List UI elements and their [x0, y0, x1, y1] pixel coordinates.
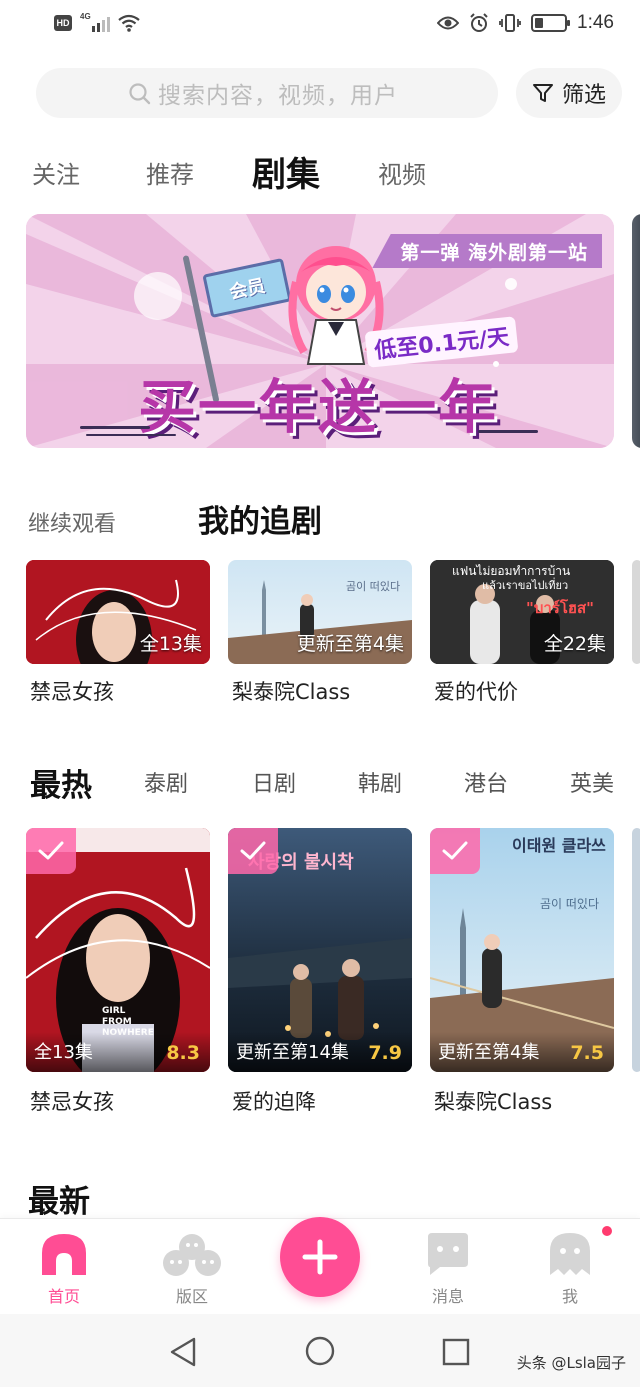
- rating-score: 7.5: [570, 1042, 604, 1064]
- nav-messages-label: 消息: [431, 1287, 464, 1306]
- nav-home-label: 首页: [47, 1287, 80, 1306]
- home-icon: [42, 1234, 86, 1275]
- category-us-uk[interactable]: 英美: [570, 766, 614, 798]
- series-card[interactable]: 全13集: [26, 560, 210, 664]
- svg-text:곰이 떠있다: 곰이 떠있다: [346, 580, 400, 593]
- community-icon: [163, 1234, 221, 1276]
- check-icon: [430, 828, 480, 874]
- hot-card[interactable]: 사랑의 불시착 更新至第14集 7.9: [228, 828, 412, 1072]
- poster-text: แล้วเราขอไปเที่ยว: [482, 579, 569, 592]
- tab-video[interactable]: 视频: [378, 155, 426, 190]
- series-title[interactable]: 禁忌女孩: [30, 676, 114, 706]
- series-title[interactable]: 梨泰院Class: [434, 1086, 552, 1116]
- banner-tag: 第一弹 海外剧第一站: [372, 234, 602, 268]
- search-input[interactable]: 搜索内容，视频，用户: [36, 68, 498, 118]
- battery-icon: [531, 14, 571, 32]
- hot-card[interactable]: GIRL FROM NOWHERE 全13集 8.3: [26, 828, 210, 1072]
- category-japan[interactable]: 日剧: [252, 766, 296, 798]
- clock: 1:46: [577, 12, 614, 33]
- hot-title[interactable]: 最热: [30, 760, 92, 805]
- home-circle-icon[interactable]: [305, 1336, 335, 1366]
- filter-label: 筛选: [561, 83, 606, 108]
- svg-text:곰이 떠있다: 곰이 떠있다: [540, 897, 599, 911]
- series-card[interactable]: แฟนไม่ยอมทำการบ้าน แล้วเราขอไปเที่ยว "บา…: [430, 560, 614, 664]
- series-card[interactable]: 곰이 떠있다 更新至第4集: [228, 560, 412, 664]
- profile-icon: [550, 1233, 590, 1275]
- poster-text: "บาร์โฮส": [526, 599, 594, 617]
- category-korea[interactable]: 韩剧: [358, 766, 402, 798]
- rating-score: 7.9: [368, 1042, 402, 1064]
- plus-icon: [302, 1239, 338, 1275]
- series-title[interactable]: 禁忌女孩: [30, 1086, 114, 1116]
- check-icon: [228, 828, 278, 874]
- filter-button[interactable]: 筛选: [516, 68, 622, 118]
- banner-decor: [478, 430, 538, 433]
- hd-badge: HD: [54, 15, 72, 31]
- tab-recommend[interactable]: 推荐: [146, 155, 194, 190]
- filter-icon: [532, 84, 553, 102]
- episode-count: 更新至第4集: [438, 1042, 540, 1063]
- latest-title[interactable]: 最新: [28, 1176, 90, 1221]
- next-card-peek: [632, 828, 640, 1072]
- eye-icon: [437, 16, 460, 30]
- create-button[interactable]: [280, 1217, 360, 1297]
- episode-badge: 更新至第4集: [296, 633, 404, 655]
- poster-text: 이태원 클라쓰: [512, 836, 606, 855]
- episode-badge: 全22集: [543, 633, 606, 655]
- episode-count: 更新至第14集: [236, 1042, 349, 1063]
- system-nav-bar: [0, 1314, 640, 1387]
- series-title[interactable]: 爱的迫降: [232, 1086, 316, 1116]
- banner-next-peek[interactable]: [632, 214, 640, 448]
- nav-profile[interactable]: 我: [530, 1231, 610, 1307]
- continue-watching-tab[interactable]: 继续观看: [28, 506, 116, 538]
- search-placeholder: 搜索内容，视频，用户: [158, 83, 398, 109]
- tab-series[interactable]: 剧集: [250, 147, 322, 196]
- top-tabs: 关注 推荐 剧集 视频: [0, 145, 640, 201]
- alarm-icon: [470, 13, 488, 32]
- wifi-icon: [118, 14, 140, 32]
- watermark: 头条 @Lsla园子: [516, 1354, 626, 1372]
- notification-dot: [600, 1224, 614, 1238]
- next-card-peek: [632, 560, 640, 664]
- nav-profile-label: 我: [561, 1287, 578, 1306]
- back-icon[interactable]: [168, 1336, 198, 1368]
- series-title[interactable]: 爱的代价: [434, 676, 518, 706]
- nav-community-label: 版区: [175, 1287, 208, 1306]
- nav-messages[interactable]: 消息: [408, 1231, 488, 1307]
- search-icon: [129, 83, 151, 105]
- tab-follow[interactable]: 关注: [32, 155, 80, 190]
- banner-decor: [80, 426, 150, 429]
- category-hk-tw[interactable]: 港台: [464, 766, 508, 798]
- episode-count: 全13集: [34, 1042, 93, 1063]
- promo-banner[interactable]: 会员 第一弹 海外剧第一站 低至0.1元/天 买一年送一年: [26, 214, 614, 448]
- cellular-signal-icon: 4G: [80, 12, 110, 32]
- rating-score: 8.3: [166, 1042, 200, 1064]
- episode-badge: 全13集: [139, 633, 202, 655]
- message-icon: [428, 1233, 468, 1275]
- recents-icon[interactable]: [442, 1338, 470, 1366]
- banner-decor: [86, 434, 176, 436]
- vibrate-icon: [499, 14, 521, 32]
- banner-headline: 买一年送一年: [138, 373, 499, 441]
- nav-community[interactable]: 版区: [152, 1231, 232, 1307]
- nav-home[interactable]: 首页: [24, 1231, 104, 1307]
- hot-section-header: 最热 泰剧 日剧 韩剧 港台 英美: [0, 760, 640, 804]
- my-series-title[interactable]: 我的追剧: [198, 496, 322, 541]
- follow-section-header: 继续观看 我的追剧: [0, 494, 640, 540]
- hot-card[interactable]: 곰이 떠있다 이태원 클라쓰 更新至第4集 7.5: [430, 828, 614, 1072]
- check-icon: [26, 828, 76, 874]
- category-thai[interactable]: 泰剧: [144, 766, 188, 798]
- series-title[interactable]: 梨泰院Class: [232, 676, 350, 706]
- status-bar: HD 4G 1:46: [0, 0, 640, 52]
